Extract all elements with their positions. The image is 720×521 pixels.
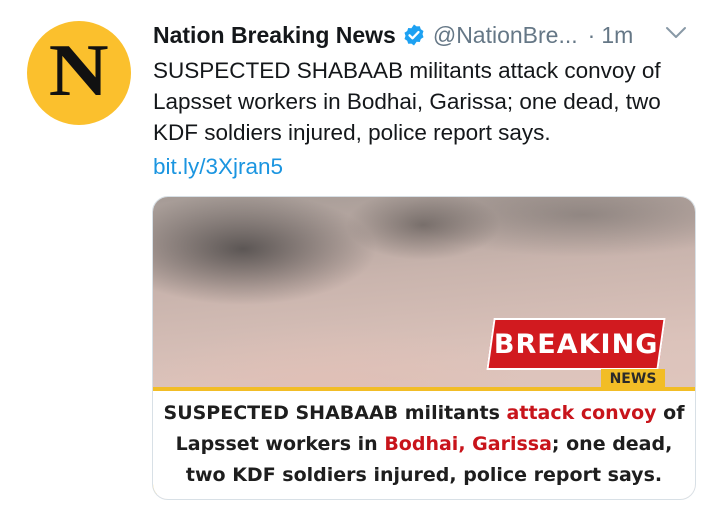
caption-highlight-1: attack convoy: [506, 402, 657, 424]
handle[interactable]: @NationBre...: [433, 22, 578, 49]
display-name[interactable]: Nation Breaking News: [153, 22, 396, 49]
tweet-media-image[interactable]: BREAKING NEWS SUSPECTED SHABAAB militant…: [152, 196, 696, 500]
avatar[interactable]: N: [27, 21, 131, 125]
image-caption: SUSPECTED SHABAAB militants attack convo…: [153, 387, 695, 499]
breaking-banner: BREAKING: [486, 318, 666, 370]
verified-badge-icon: [404, 24, 424, 46]
breaking-label: BREAKING: [493, 328, 659, 360]
news-tag: NEWS: [601, 369, 665, 389]
timestamp[interactable]: 1m: [601, 22, 633, 49]
avatar-letter: N: [49, 30, 109, 112]
tweet-link[interactable]: bit.ly/3Xjran5: [153, 151, 283, 182]
caption-highlight-2: Bodhai, Garissa: [384, 433, 552, 455]
caption-part-1: SUSPECTED SHABAAB militants: [163, 402, 507, 424]
separator-dot: ·: [587, 21, 596, 48]
chevron-down-icon[interactable]: [664, 24, 688, 42]
news-label: NEWS: [609, 371, 657, 387]
tweet-header: Nation Breaking News @NationBre... · 1m: [153, 20, 633, 50]
tweet-text: SUSPECTED SHABAAB militants attack convo…: [153, 58, 661, 145]
